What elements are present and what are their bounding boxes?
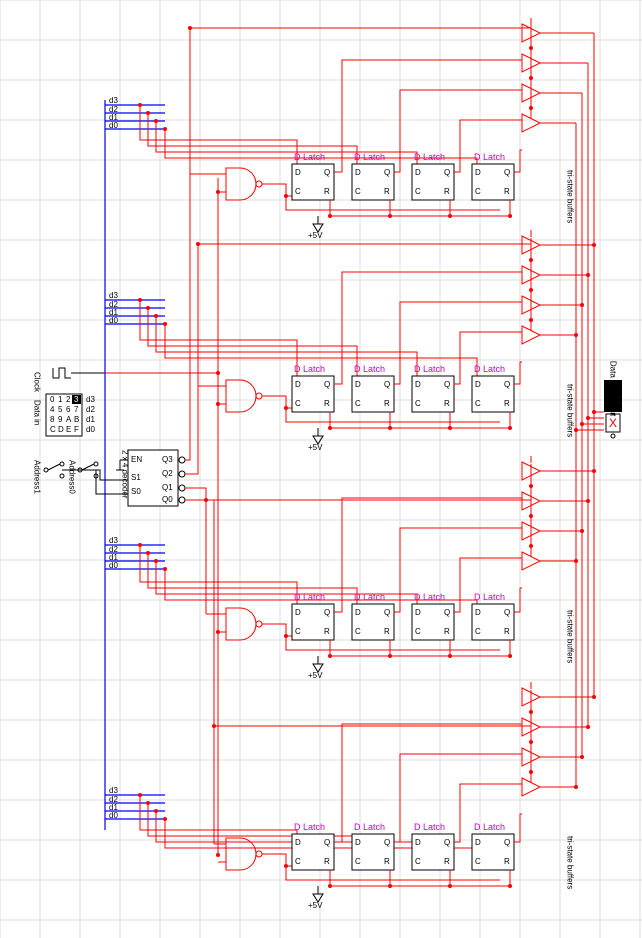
row-0: D Latch D Latch D Latch D Latch +5V tri-… [105, 18, 594, 240]
svg-text:d3: d3 [86, 395, 95, 404]
data-out-value: X [609, 416, 617, 430]
svg-text:D Latch: D Latch [354, 364, 385, 374]
svg-text:D Latch: D Latch [354, 822, 385, 832]
svg-text:D Latch: D Latch [294, 592, 325, 602]
svg-text:3: 3 [74, 395, 79, 404]
svg-text:tri-state buffers: tri-state buffers [566, 836, 575, 889]
svg-text:D Latch: D Latch [414, 592, 445, 602]
data-out-label: Data out [609, 386, 618, 417]
svg-text:4: 4 [50, 405, 55, 414]
svg-text:tri-state buffers: tri-state buffers [566, 610, 575, 663]
hex-nibble-selector[interactable]: 0 1 2 3 4 5 6 7 8 9 A B C D E F d3 d2 d1… [46, 394, 95, 436]
svg-text:Q1: Q1 [162, 483, 173, 492]
svg-text:+5V: +5V [308, 671, 323, 680]
svg-text:D Latch: D Latch [474, 592, 505, 602]
clock-label: Clock [33, 372, 42, 393]
svg-text:D Latch: D Latch [474, 152, 505, 162]
svg-text:B: B [74, 415, 79, 424]
svg-text:+5V: +5V [308, 443, 323, 452]
address1-label: Address1 [33, 460, 42, 494]
address1-switch[interactable] [44, 462, 64, 478]
svg-text:tri-state buffers: tri-state buffers [566, 170, 575, 223]
svg-text:5: 5 [58, 405, 63, 414]
svg-text:Q2: Q2 [162, 469, 173, 478]
svg-text:D Latch: D Latch [294, 822, 325, 832]
svg-text:2 x 4 decoder: 2 x 4 decoder [121, 450, 130, 499]
data-in-label: Data in [33, 400, 42, 425]
svg-text:7: 7 [74, 405, 79, 414]
address0-label: Address0 [68, 460, 77, 494]
svg-text:d1: d1 [86, 415, 95, 424]
schematic-canvas: Clock Data in 0 1 2 3 4 5 6 7 8 9 A B C … [0, 0, 642, 938]
q1-line-a [185, 488, 206, 500]
clock-waveform-icon [53, 368, 71, 378]
svg-text:D Latch: D Latch [474, 822, 505, 832]
svg-text:8: 8 [50, 415, 55, 424]
svg-text:EN: EN [131, 455, 142, 464]
svg-text:D Latch: D Latch [414, 364, 445, 374]
row-nand [226, 168, 262, 200]
row-1: D Latch D Latch D Latch D Latch +5V tri-sta… [105, 230, 594, 452]
svg-text:D Latch: D Latch [474, 364, 505, 374]
svg-text:9: 9 [58, 415, 63, 424]
svg-text:2: 2 [66, 395, 71, 404]
svg-text:Q3: Q3 [162, 455, 173, 464]
svg-text:+5V: +5V [308, 231, 323, 240]
svg-text:D Latch: D Latch [294, 364, 325, 374]
svg-text:A: A [66, 415, 72, 424]
svg-text:F: F [74, 425, 79, 434]
svg-text:6: 6 [66, 405, 71, 414]
svg-text:D Latch: D Latch [414, 152, 445, 162]
svg-text:E: E [66, 425, 71, 434]
svg-text:+5V: +5V [308, 901, 323, 910]
row-3: D Latch D Latch D Latch D Latch +5V tri-sta… [105, 682, 594, 910]
svg-text:D Latch: D Latch [354, 152, 385, 162]
svg-text:d0: d0 [86, 425, 95, 434]
svg-text:D Latch: D Latch [294, 152, 325, 162]
svg-text:Q0: Q0 [162, 495, 173, 504]
svg-text:D Latch: D Latch [414, 822, 445, 832]
svg-text:D Latch: D Latch [354, 592, 385, 602]
svg-text:D: D [58, 425, 64, 434]
svg-text:d2: d2 [86, 405, 95, 414]
svg-text:S1: S1 [131, 473, 141, 482]
svg-text:0: 0 [50, 395, 55, 404]
svg-text:tri-state buffers: tri-state buffers [566, 384, 575, 437]
svg-text:S0: S0 [131, 487, 141, 496]
svg-text:1: 1 [58, 395, 63, 404]
svg-text:C: C [50, 425, 56, 434]
decoder: 2 x 4 decoder EN S1 S0 Q3 Q2 Q1 Q0 [121, 450, 186, 506]
